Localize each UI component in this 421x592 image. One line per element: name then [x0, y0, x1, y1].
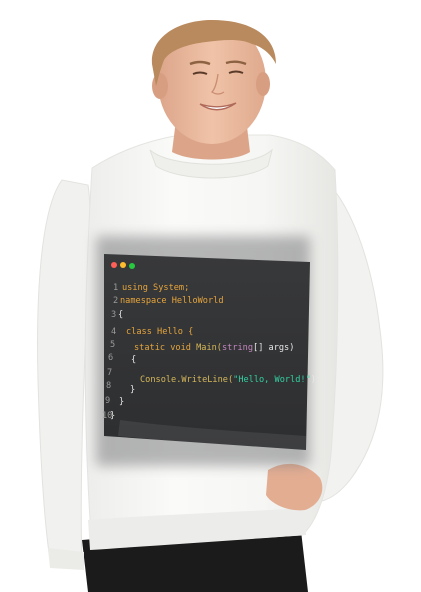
code-line-9: } [119, 397, 124, 407]
code-line-6: { [131, 355, 136, 365]
code-line-3: { [118, 310, 123, 320]
line-number: 4 [111, 327, 116, 337]
line-number: 9 [105, 396, 110, 406]
code-line-5: static void Main(string[] args) [134, 343, 294, 353]
code-line-10: } [110, 411, 115, 421]
code-line-2: namespace HelloWorld [120, 296, 224, 306]
code-line-7: Console.WriteLine("Hello, World!"); [140, 375, 321, 385]
line-number: 7 [107, 368, 112, 378]
code-line-8: } [130, 385, 135, 395]
line-number: 5 [110, 340, 115, 350]
code-line-1: using System; [122, 283, 189, 293]
line-number: 3 [111, 310, 116, 320]
product-photo: 1 using System; 2 namespace HelloWorld 3… [37, 20, 384, 592]
line-number: 8 [106, 381, 111, 391]
line-number: 6 [108, 353, 113, 363]
ear-right [256, 72, 270, 96]
line-number: 1 [113, 283, 118, 293]
line-number: 2 [113, 296, 118, 306]
minimize-dot [120, 262, 126, 268]
close-dot [111, 262, 117, 268]
left-sleeve [37, 179, 91, 567]
maximize-dot [129, 263, 135, 269]
code-line-4: class Hello { [126, 327, 193, 337]
